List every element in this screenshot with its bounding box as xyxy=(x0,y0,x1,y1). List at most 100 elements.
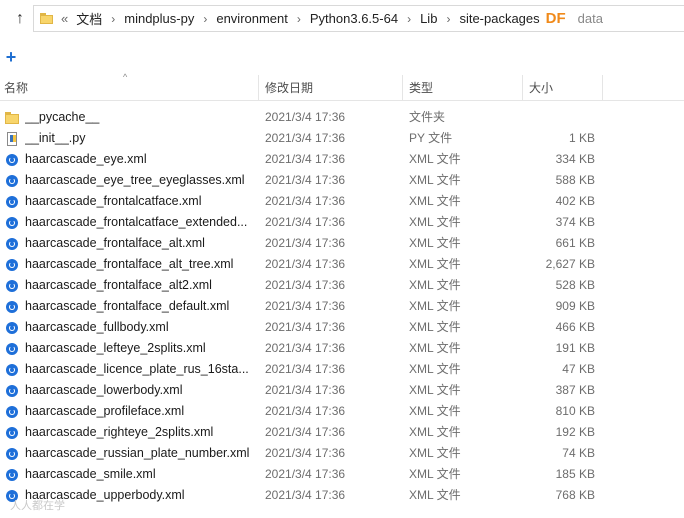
xml-file-icon xyxy=(6,364,18,376)
file-name[interactable]: haarcascade_frontalface_alt.xml xyxy=(25,233,255,254)
new-item-button[interactable]: + xyxy=(4,48,18,66)
file-name[interactable]: haarcascade_righteye_2splits.xml xyxy=(25,422,255,443)
chevron-right-icon[interactable]: › xyxy=(446,12,450,26)
file-name[interactable]: haarcascade_fullbody.xml xyxy=(25,317,255,338)
file-name[interactable]: haarcascade_smile.xml xyxy=(25,464,255,485)
file-row[interactable]: haarcascade_frontalcatface.xml 2021/3/4 1… xyxy=(0,191,684,212)
file-row[interactable]: __pycache__ 2021/3/4 17:36 文件夹 xyxy=(0,107,684,128)
file-row[interactable]: haarcascade_eye.xml 2021/3/4 17:36 XML 文件 3… xyxy=(0,149,684,170)
file-name[interactable]: haarcascade_russian_plate_number.xml xyxy=(25,443,255,464)
breadcrumb-item[interactable]: site-packages xyxy=(459,11,539,26)
breadcrumb-item[interactable]: data xyxy=(578,11,603,26)
file-name[interactable]: haarcascade_eye.xml xyxy=(25,149,255,170)
file-row[interactable]: haarcascade_profileface.xml 2021/3/4 17:3… xyxy=(0,401,684,422)
file-name[interactable]: __pycache__ xyxy=(25,107,255,128)
file-row[interactable]: haarcascade_lowerbody.xml 2021/3/4 17:36 X… xyxy=(0,380,684,401)
file-type: XML 文件 xyxy=(409,194,461,208)
file-type: XML 文件 xyxy=(409,383,461,397)
chevron-right-icon[interactable]: › xyxy=(407,12,411,26)
file-date: 2021/3/4 17:36 xyxy=(265,131,346,145)
address-bar[interactable]: « 文档 › mindplus-py › environment › Pytho… xyxy=(33,5,684,32)
file-row[interactable]: haarcascade_frontalface_default.xml 2021/… xyxy=(0,296,684,317)
file-row[interactable]: haarcascade_frontalface_alt2.xml 2021/3/4… xyxy=(0,275,684,296)
file-size: 74 KB xyxy=(562,446,595,460)
chevron-right-icon[interactable]: › xyxy=(111,12,115,26)
file-date: 2021/3/4 17:36 xyxy=(265,236,346,250)
chevron-right-icon[interactable]: › xyxy=(203,12,207,26)
file-date: 2021/3/4 17:36 xyxy=(265,488,346,502)
column-header-size[interactable]: 大小 xyxy=(525,75,602,100)
file-row[interactable]: haarcascade_russian_plate_number.xml 2021… xyxy=(0,443,684,464)
file-type: 文件夹 xyxy=(409,110,446,124)
file-name[interactable]: __init__.py xyxy=(25,128,255,149)
file-size: 588 KB xyxy=(555,173,595,187)
file-size: 2,627 KB xyxy=(545,257,595,271)
column-divider[interactable] xyxy=(258,75,259,100)
file-name[interactable]: haarcascade_frontalcatface_extended... xyxy=(25,212,255,233)
file-row[interactable]: haarcascade_lefteye_2splits.xml 2021/3/4 … xyxy=(0,338,684,359)
file-row[interactable]: haarcascade_eye_tree_eyeglasses.xml 2021/… xyxy=(0,170,684,191)
xml-file-icon xyxy=(6,385,18,397)
file-row[interactable]: haarcascade_smile.xml 2021/3/4 17:36 XML 文… xyxy=(0,464,684,485)
file-date: 2021/3/4 17:36 xyxy=(265,341,346,355)
breadcrumb-item[interactable]: Python3.6.5-64 xyxy=(310,11,398,26)
file-type: XML 文件 xyxy=(409,299,461,313)
xml-file-icon xyxy=(6,448,18,460)
breadcrumb-overflow[interactable]: « xyxy=(61,11,68,26)
file-row[interactable]: haarcascade_upperbody.xml 2021/3/4 17:36 X… xyxy=(0,485,684,506)
file-date: 2021/3/4 17:36 xyxy=(265,110,346,124)
file-name[interactable]: haarcascade_frontalface_default.xml xyxy=(25,296,255,317)
file-type: XML 文件 xyxy=(409,173,461,187)
column-divider[interactable] xyxy=(522,75,523,100)
xml-file-icon xyxy=(6,469,18,481)
file-type: XML 文件 xyxy=(409,488,461,502)
file-date: 2021/3/4 17:36 xyxy=(265,404,346,418)
column-header-name[interactable]: 名称 xyxy=(0,75,258,100)
file-date: 2021/3/4 17:36 xyxy=(265,278,346,292)
file-type: XML 文件 xyxy=(409,236,461,250)
file-row[interactable]: haarcascade_frontalface_alt.xml 2021/3/4 … xyxy=(0,233,684,254)
file-row[interactable]: haarcascade_frontalface_alt_tree.xml 2021… xyxy=(0,254,684,275)
file-name[interactable]: haarcascade_frontalface_alt2.xml xyxy=(25,275,255,296)
file-type: XML 文件 xyxy=(409,425,461,439)
chevron-right-icon[interactable]: › xyxy=(297,12,301,26)
column-header-date[interactable]: 修改日期 xyxy=(261,75,402,100)
breadcrumb-item[interactable]: environment xyxy=(216,11,288,26)
breadcrumb-item[interactable]: mindplus-py xyxy=(124,11,194,26)
file-size: 810 KB xyxy=(555,404,595,418)
file-type: XML 文件 xyxy=(409,404,461,418)
xml-file-icon xyxy=(6,175,18,187)
file-date: 2021/3/4 17:36 xyxy=(265,194,346,208)
file-row[interactable]: haarcascade_righteye_2splits.xml 2021/3/4… xyxy=(0,422,684,443)
xml-file-icon xyxy=(6,238,18,250)
file-row[interactable]: haarcascade_frontalcatface_extended... 20… xyxy=(0,212,684,233)
file-name[interactable]: haarcascade_lefteye_2splits.xml xyxy=(25,338,255,359)
xml-file-icon xyxy=(6,217,18,229)
xml-file-icon xyxy=(6,343,18,355)
file-size: 1 KB xyxy=(568,131,595,145)
file-row[interactable]: haarcascade_fullbody.xml 2021/3/4 17:36 XM… xyxy=(0,317,684,338)
breadcrumb-item[interactable]: Lib xyxy=(420,11,437,26)
file-size: 334 KB xyxy=(555,152,595,166)
file-type: XML 文件 xyxy=(409,215,461,229)
column-divider[interactable] xyxy=(602,75,603,100)
file-date: 2021/3/4 17:36 xyxy=(265,152,346,166)
file-size: 374 KB xyxy=(555,215,595,229)
up-arrow-icon[interactable]: ↑ xyxy=(10,10,30,28)
file-size: 528 KB xyxy=(555,278,595,292)
file-row[interactable]: __init__.py 2021/3/4 17:36 PY 文件 1 KB xyxy=(0,128,684,149)
file-row[interactable]: haarcascade_licence_plate_rus_16sta... 20… xyxy=(0,359,684,380)
column-divider[interactable] xyxy=(402,75,403,100)
breadcrumb-item[interactable]: 文档 xyxy=(76,9,102,28)
column-header-type[interactable]: 类型 xyxy=(405,75,522,100)
xml-file-icon xyxy=(6,280,18,292)
file-name[interactable]: haarcascade_licence_plate_rus_16sta... xyxy=(25,359,255,380)
file-date: 2021/3/4 17:36 xyxy=(265,215,346,229)
file-date: 2021/3/4 17:36 xyxy=(265,425,346,439)
file-name[interactable]: haarcascade_eye_tree_eyeglasses.xml xyxy=(25,170,255,191)
file-name[interactable]: haarcascade_frontalcatface.xml xyxy=(25,191,255,212)
file-name[interactable]: haarcascade_profileface.xml xyxy=(25,401,255,422)
file-name[interactable]: haarcascade_frontalface_alt_tree.xml xyxy=(25,254,255,275)
file-date: 2021/3/4 17:36 xyxy=(265,320,346,334)
file-name[interactable]: haarcascade_lowerbody.xml xyxy=(25,380,255,401)
